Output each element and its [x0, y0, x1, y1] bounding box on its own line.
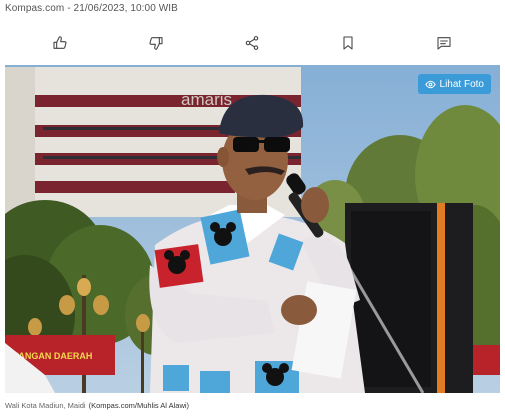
- photo-credit: (Kompas.com/Muhlis Al Alawi): [88, 401, 190, 410]
- thumbs-down-icon: [149, 37, 163, 50]
- bookmark-icon: [343, 36, 353, 50]
- share-button[interactable]: [241, 32, 263, 54]
- like-button[interactable]: [49, 32, 71, 54]
- comment-button[interactable]: [433, 32, 455, 54]
- thumbs-up-icon: [53, 36, 67, 49]
- article-meta: Kompas.com - 21/06/2023, 10:00 WIB: [5, 3, 178, 14]
- building-sign: amaris: [181, 90, 232, 109]
- bookmark-button[interactable]: [337, 32, 359, 54]
- caption-text: Wali Kota Madiun, Maidi: [5, 401, 86, 410]
- loudspeaker: [345, 203, 473, 393]
- article-actions-bar: [0, 32, 505, 54]
- eye-icon: [424, 80, 436, 88]
- share-icon: [245, 36, 259, 50]
- photo-scene: amaris PANGAN DAERAH: [5, 65, 500, 393]
- dislike-button[interactable]: [145, 32, 167, 54]
- article-photo[interactable]: amaris PANGAN DAERAH Lihat Foto: [5, 65, 500, 393]
- view-photo-label: Lihat Foto: [439, 78, 484, 90]
- photo-caption: Wali Kota Madiun, Maidi (Kompas.com/Muhli…: [5, 401, 189, 410]
- right-banner: [473, 345, 500, 375]
- view-photo-button[interactable]: Lihat Foto: [417, 74, 491, 94]
- comment-icon: [437, 37, 451, 50]
